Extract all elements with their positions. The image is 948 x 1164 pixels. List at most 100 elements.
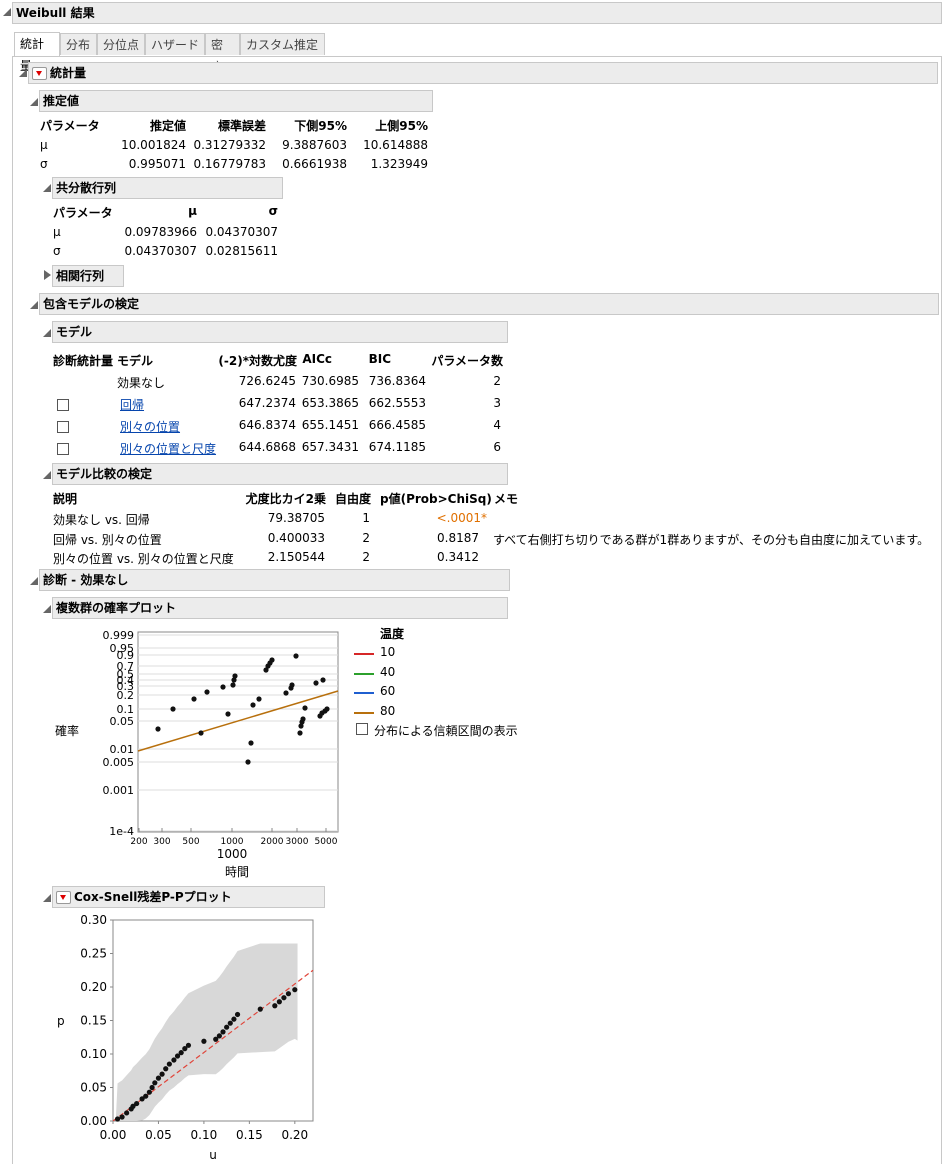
tab-3[interactable]: ハザード	[145, 33, 205, 55]
data-point	[292, 987, 298, 993]
cell-value: 4	[493, 418, 501, 432]
cell-value: 0.16779783	[193, 157, 266, 171]
tab-0[interactable]: 統計量	[14, 32, 60, 73]
cell-value: 726.6245	[238, 374, 296, 388]
cell-value: 662.5553	[368, 396, 426, 410]
col-header: パラメータ	[53, 206, 113, 220]
row-label: 別々の位置 vs. 別々の位置と尺度	[53, 552, 234, 566]
probability-plot: 0.9990.950.90.70.50.40.30.20.10.050.010.…	[55, 629, 339, 879]
y-tick-label: 0.01	[110, 743, 135, 756]
model-link[interactable]: 別々の位置	[120, 418, 180, 435]
cell-value: 0.04370307	[205, 225, 278, 239]
p-value: <.0001*	[436, 511, 487, 525]
data-point	[143, 1093, 149, 1099]
cell-value: 653.3865	[301, 396, 359, 410]
col-header: σ	[268, 204, 278, 218]
memo-text: すべて右側打ち切りである群が1群ありますが、その分も自由度に加えています。	[493, 532, 930, 547]
model-checkbox[interactable]	[57, 399, 69, 411]
col-header: 標準誤差	[217, 119, 266, 133]
cell-value: 0.995071	[128, 157, 186, 171]
cell-value: 0.09783966	[124, 225, 197, 239]
collapse-icon[interactable]	[43, 184, 51, 192]
x-tick-label: 0.10	[191, 1128, 218, 1142]
ci-checkbox[interactable]	[356, 723, 368, 735]
col-header: モデル	[117, 354, 154, 368]
col-header: 推定値	[149, 119, 186, 133]
col-header: BIC	[368, 352, 391, 366]
tab-5[interactable]: カスタム推定	[240, 33, 325, 55]
data-point	[224, 1024, 230, 1030]
tab-4[interactable]: 密度	[205, 33, 240, 74]
tab-2[interactable]: 分位点	[97, 33, 145, 55]
data-point	[155, 726, 161, 732]
data-point	[114, 1116, 121, 1122]
expand-icon[interactable]	[44, 270, 51, 280]
data-point	[191, 696, 197, 702]
collapse-icon[interactable]	[43, 329, 51, 337]
data-point	[170, 706, 176, 712]
model-checkbox[interactable]	[57, 443, 69, 455]
cell-value: 666.4585	[368, 418, 426, 432]
diagnostics-header: 診断 - 効果なし	[39, 569, 510, 591]
correlation-header[interactable]: 相関行列	[52, 265, 124, 287]
cell-value: 0.02815611	[205, 244, 278, 258]
data-point	[256, 696, 262, 702]
plot-frame	[137, 631, 339, 833]
cox-snell-pp-plot: 0.00 0.05 0.10 0.15 0.20 0.25 0.30 0.00 0.05 0.10…	[57, 913, 314, 1162]
collapse-icon[interactable]	[3, 8, 11, 16]
model-link[interactable]: 回帰	[120, 396, 144, 413]
x-tick-label: 0.20	[281, 1128, 308, 1142]
red-triangle-menu-icon[interactable]	[56, 891, 71, 904]
model-header: モデル	[52, 321, 508, 343]
data-point	[216, 1033, 222, 1039]
data-point	[155, 1075, 162, 1081]
collapse-icon[interactable]	[30, 98, 38, 106]
col-header: 下側95%	[294, 119, 347, 133]
col-header: AICc	[302, 352, 332, 366]
collapse-icon[interactable]	[43, 605, 51, 613]
data-point	[276, 999, 282, 1005]
data-point	[201, 1038, 207, 1044]
cell-value: 0.400033	[267, 530, 325, 545]
collapse-icon[interactable]	[30, 577, 38, 585]
collapse-icon[interactable]	[30, 301, 38, 309]
red-triangle-menu-icon[interactable]	[32, 67, 47, 80]
model-link[interactable]: 別々の位置と尺度	[120, 440, 216, 457]
data-point	[163, 1066, 169, 1072]
cell-value: 1	[362, 511, 370, 525]
row-label: 効果なし vs. 回帰	[53, 513, 150, 527]
nested-model-header: 包含モデルの検定	[39, 293, 939, 315]
data-point	[248, 740, 254, 746]
data-point	[178, 1050, 184, 1056]
legend-label: 10	[380, 645, 396, 659]
cell-value: 674.1185	[368, 440, 426, 454]
col-header: パラメータ数	[431, 354, 503, 368]
data-point	[250, 702, 256, 708]
data-point	[324, 706, 330, 712]
cell-value: 9.3887603	[282, 138, 347, 152]
data-point	[234, 1011, 241, 1018]
collapse-icon[interactable]	[19, 69, 27, 77]
y-tick-label: 0.10	[80, 1047, 107, 1061]
row-label: μ	[53, 225, 61, 239]
x-tick-label: 500	[182, 837, 199, 847]
y-tick-label: 0.25	[80, 947, 107, 961]
ci-checkbox-label: 分布による信頼区間の表示	[374, 724, 518, 738]
cell-value: 10.614888	[363, 138, 428, 152]
row-label: σ	[40, 157, 48, 171]
col-header: 説明	[53, 492, 78, 506]
collapse-icon[interactable]	[43, 471, 51, 479]
x-tick-label: 3000	[286, 837, 309, 847]
y-tick-label: 0.30	[80, 913, 107, 927]
data-point	[220, 1029, 226, 1035]
cell-value: 3	[493, 396, 501, 410]
tab-1[interactable]: 分布	[60, 33, 97, 55]
data-point	[152, 1080, 158, 1086]
collapse-icon[interactable]	[43, 894, 51, 902]
data-point	[269, 657, 275, 663]
cell-value: 2.150544	[267, 550, 325, 564]
model-checkbox[interactable]	[57, 421, 69, 433]
data-point	[220, 684, 226, 690]
x-tick-label: 300	[153, 837, 170, 847]
x-axis-label: u	[209, 1148, 217, 1162]
